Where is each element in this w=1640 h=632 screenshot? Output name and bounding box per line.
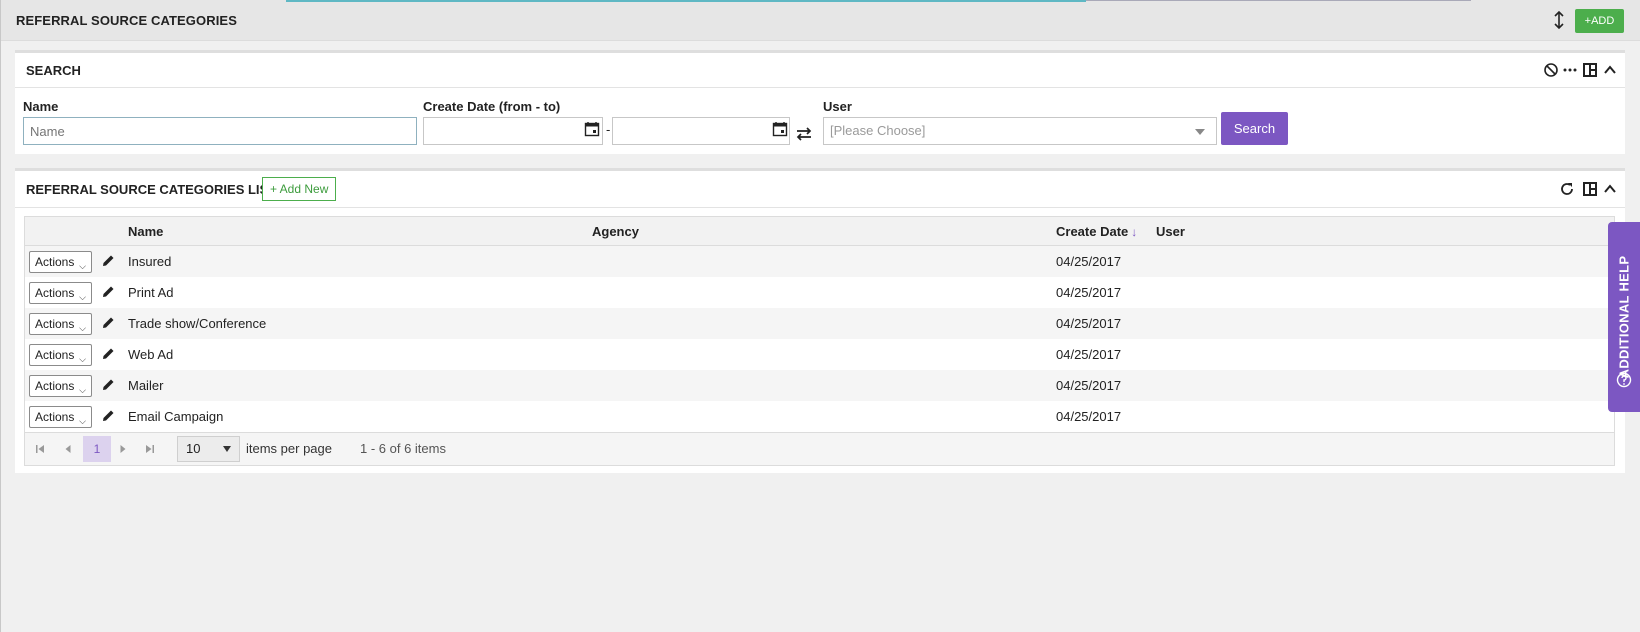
search-panel-header: SEARCH [15, 53, 1625, 88]
search-panel-title: SEARCH [26, 63, 81, 78]
sort-desc-icon: ↓ [1131, 225, 1138, 239]
chevron-down-icon: ⌵ [79, 323, 86, 333]
pager-summary: 1 - 6 of 6 items [360, 441, 446, 456]
page-header: REFERRAL SOURCE CATEGORIES +ADD [1, 0, 1640, 41]
layout-icon[interactable] [1582, 181, 1598, 197]
calendar-icon[interactable] [772, 121, 788, 137]
list-panel-title: REFERRAL SOURCE CATEGORIES LIST [26, 182, 277, 197]
pencil-icon[interactable] [102, 409, 115, 422]
pencil-icon[interactable] [102, 254, 115, 267]
search-button[interactable]: Search [1221, 112, 1288, 145]
refresh-icon[interactable] [1559, 181, 1575, 197]
actions-label: Actions [35, 317, 75, 331]
cell-name: Insured [128, 254, 172, 269]
help-circle-icon [1616, 372, 1632, 388]
table-row: Actions ⌵ Insured 04/25/2017 [25, 246, 1614, 277]
table-row: Actions ⌵ Trade show/Conference 04/25/201… [25, 308, 1614, 339]
swap-icon[interactable] [795, 127, 813, 141]
actions-dropdown[interactable]: Actions ⌵ [29, 282, 92, 304]
current-page[interactable]: 1 [83, 436, 111, 462]
name-input[interactable] [23, 117, 417, 145]
window-edge [0, 0, 1, 632]
actions-dropdown[interactable]: Actions ⌵ [29, 251, 92, 273]
create-date-label: Create Date (from - to) [423, 99, 561, 114]
additional-help-label: ADDITIONAL HELP [1616, 255, 1632, 379]
prev-page-icon[interactable] [63, 444, 73, 454]
search-panel: SEARCH Name Create Date (from - to) - [15, 50, 1625, 154]
column-header-name[interactable]: Name [128, 224, 163, 239]
chevron-down-icon: ⌵ [79, 416, 86, 426]
last-page-icon[interactable] [145, 444, 155, 454]
table-row: Actions ⌵ Mailer 04/25/2017 [25, 370, 1614, 401]
chevron-down-icon: ⌵ [79, 292, 86, 302]
more-icon[interactable] [1562, 62, 1578, 78]
cell-create-date: 04/25/2017 [1056, 316, 1122, 331]
date-to-input[interactable] [612, 117, 790, 145]
actions-dropdown[interactable]: Actions ⌵ [29, 344, 92, 366]
page-title: REFERRAL SOURCE CATEGORIES [16, 13, 237, 28]
cell-name: Web Ad [128, 347, 174, 362]
user-label: User [823, 99, 852, 114]
pencil-icon[interactable] [102, 285, 115, 298]
grid-header: Name Agency Create Date ↓ User [25, 217, 1614, 246]
pencil-icon[interactable] [102, 316, 115, 329]
add-new-button[interactable]: + Add New [262, 177, 337, 201]
date-separator: - [606, 122, 611, 137]
calendar-icon[interactable] [584, 121, 600, 137]
actions-dropdown[interactable]: Actions ⌵ [29, 313, 92, 335]
categories-grid: Name Agency Create Date ↓ User Actions ⌵ I… [24, 216, 1615, 466]
per-page-label: items per page [246, 441, 332, 456]
cell-name: Mailer [128, 378, 164, 393]
pencil-icon[interactable] [102, 378, 115, 391]
additional-help-tab[interactable]: ADDITIONAL HELP [1608, 222, 1640, 412]
next-page-icon[interactable] [118, 444, 128, 454]
loading-bar-track [1086, 0, 1471, 1]
cell-create-date: 04/25/2017 [1056, 378, 1122, 393]
cell-name: Email Campaign [128, 409, 224, 424]
cell-create-date: 04/25/2017 [1056, 285, 1122, 300]
clear-filter-icon[interactable] [1543, 62, 1559, 78]
date-from-input[interactable] [423, 117, 603, 145]
chevron-down-icon[interactable] [1195, 129, 1205, 135]
layout-icon[interactable] [1582, 62, 1598, 78]
per-page-value: 10 [186, 441, 201, 456]
actions-label: Actions [35, 410, 75, 424]
cell-create-date: 04/25/2017 [1056, 409, 1122, 424]
name-label: Name [23, 99, 59, 114]
column-header-create-date-label: Create Date [1056, 224, 1129, 239]
per-page-select[interactable]: 10 [177, 436, 240, 462]
actions-label: Actions [35, 286, 75, 300]
cell-name: Trade show/Conference [128, 316, 267, 331]
user-select[interactable]: [Please Choose] [823, 117, 1217, 145]
list-panel-header: REFERRAL SOURCE CATEGORIES LIST + Add Ne… [15, 171, 1625, 208]
chevron-down-icon: ⌵ [79, 354, 86, 364]
actions-label: Actions [35, 379, 75, 393]
first-page-icon[interactable] [35, 444, 45, 454]
actions-label: Actions [35, 255, 75, 269]
table-row: Actions ⌵ Print Ad 04/25/2017 [25, 277, 1614, 308]
collapse-icon[interactable] [1602, 62, 1618, 78]
collapse-icon[interactable] [1602, 181, 1618, 197]
column-header-create-date[interactable]: Create Date ↓ [1056, 224, 1137, 239]
actions-label: Actions [35, 348, 75, 362]
column-header-user[interactable]: User [1156, 224, 1185, 239]
actions-dropdown[interactable]: Actions ⌵ [29, 406, 92, 428]
pencil-icon[interactable] [102, 347, 115, 360]
chevron-down-icon: ⌵ [79, 261, 86, 271]
chevron-down-icon [223, 446, 231, 452]
sort-arrows-icon[interactable] [1550, 10, 1568, 30]
chevron-down-icon: ⌵ [79, 385, 86, 395]
cell-create-date: 04/25/2017 [1056, 347, 1122, 362]
pager: 1 10 items per page 1 - 6 of 6 items [25, 432, 1614, 465]
actions-dropdown[interactable]: Actions ⌵ [29, 375, 92, 397]
cell-create-date: 04/25/2017 [1056, 254, 1122, 269]
table-row: Actions ⌵ Web Ad 04/25/2017 [25, 339, 1614, 370]
column-header-agency[interactable]: Agency [592, 224, 639, 239]
table-row: Actions ⌵ Email Campaign 04/25/2017 [25, 401, 1614, 432]
list-panel: REFERRAL SOURCE CATEGORIES LIST + Add Ne… [15, 168, 1625, 473]
add-button[interactable]: +ADD [1575, 9, 1624, 33]
loading-bar [286, 0, 1086, 2]
cell-name: Print Ad [128, 285, 174, 300]
